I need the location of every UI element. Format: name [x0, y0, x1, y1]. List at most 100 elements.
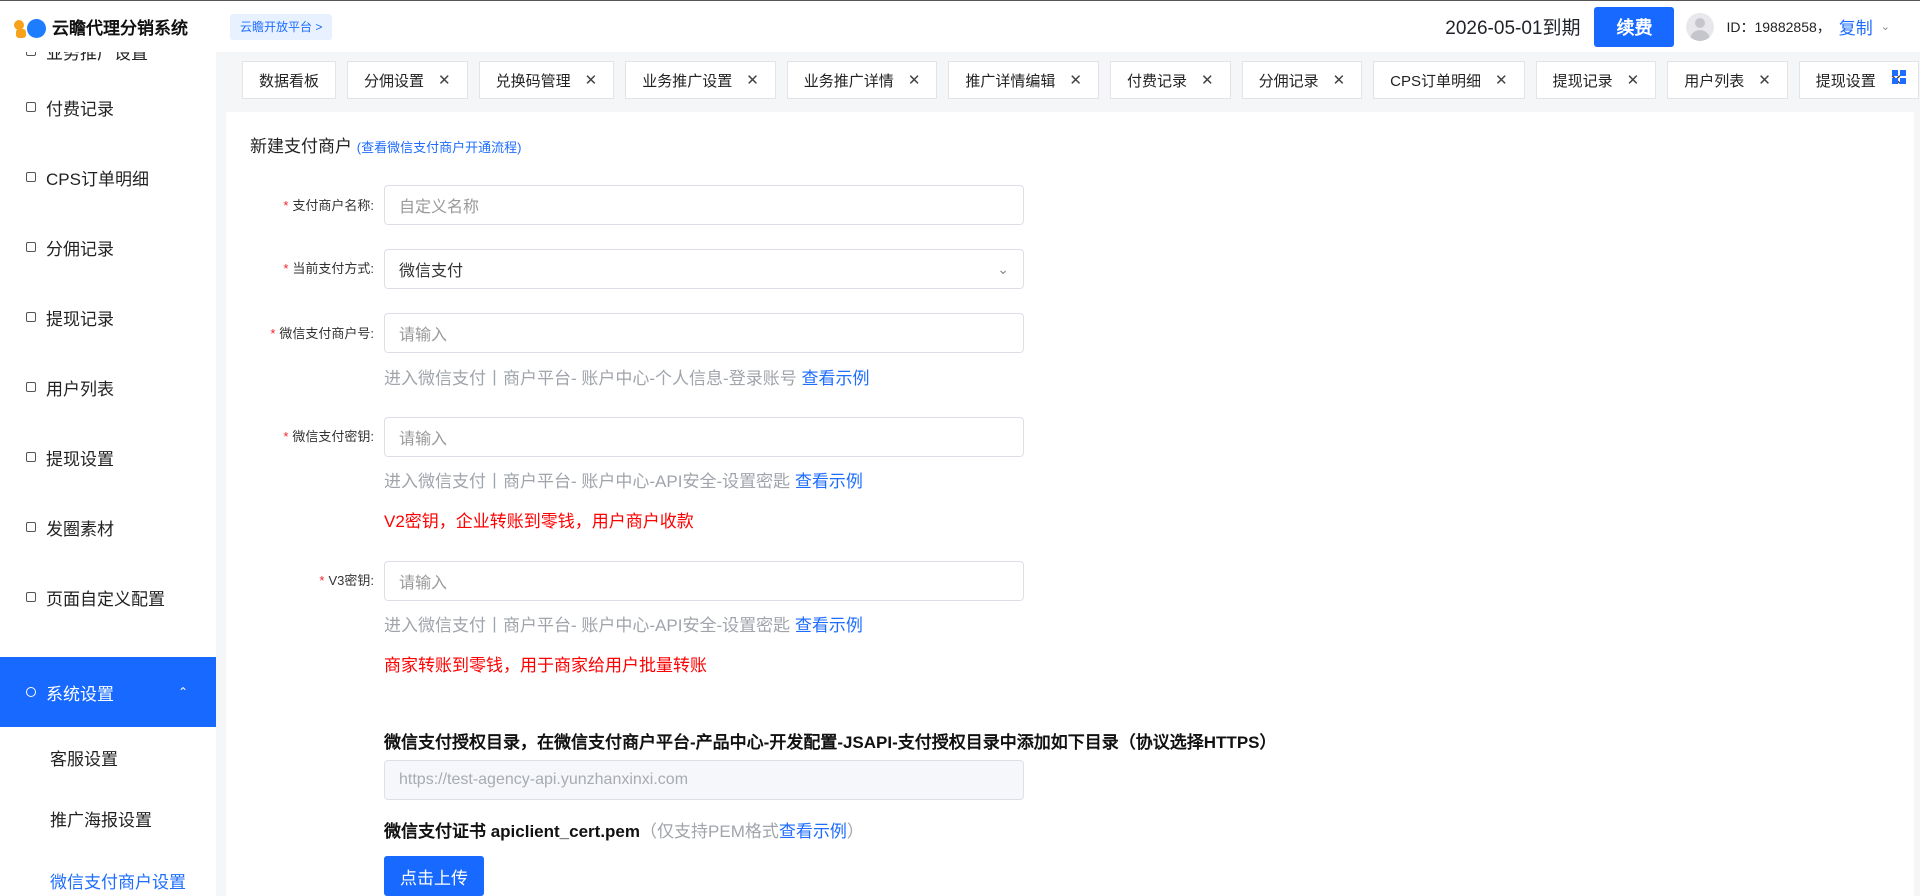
tab-label: 业务推广设置 — [642, 72, 733, 90]
promote-icon — [26, 52, 36, 56]
v3-key-input[interactable]: 请输入 — [384, 561, 1024, 601]
payment-icon — [26, 102, 36, 112]
sidebar-item-system-settings[interactable]: 系统设置 ⌃ — [0, 657, 216, 727]
sidebar-item-label: 业务推广设置 — [46, 52, 148, 63]
mch-id-hint: 进入微信支付丨商户平台- 账户中心-个人信息-登录账号 查看示例 — [384, 369, 870, 388]
mch-id-label: * 微信支付商户号: — [270, 326, 374, 341]
open-platform-link[interactable]: 云瞻开放平台 > — [230, 13, 333, 40]
user-icon — [26, 382, 36, 392]
sidebar-item-label: 发圈素材 — [46, 519, 114, 539]
tab-payment-records[interactable]: 付费记录 ✕ — [1109, 61, 1231, 99]
view-example-link[interactable]: 查看示例 — [795, 616, 863, 635]
chevron-down-icon: ⌄ — [997, 260, 1009, 277]
sidebar-item-label: 付费记录 — [46, 99, 114, 119]
sidebar-subitem-poster-settings[interactable]: 推广海报设置 — [0, 788, 216, 848]
order-icon — [26, 172, 36, 182]
sidebar-item-withdraw-settings[interactable]: 提现设置 — [0, 422, 216, 492]
chevron-up-icon: ⌃ — [177, 685, 188, 699]
view-example-link[interactable]: 查看示例 — [801, 369, 869, 388]
tab-label: 用户列表 — [1684, 72, 1745, 90]
close-icon[interactable]: ✕ — [1758, 71, 1771, 89]
sidebar-item-label: 用户列表 — [46, 379, 114, 399]
select-value: 微信支付 — [399, 263, 464, 280]
sidebar-subitem-customer-service[interactable]: 客服设置 — [0, 727, 216, 787]
close-icon[interactable]: ✕ — [1069, 71, 1082, 89]
input-value: https://test-agency-api.yunzhanxinxi.com — [399, 771, 689, 788]
withdraw-record-icon — [26, 312, 36, 322]
view-example-link[interactable]: 查看示例 — [779, 822, 847, 841]
v3-key-warning: 商家转账到零钱，用于商家给用户批量转账 — [384, 656, 707, 675]
tab-promote-detail[interactable]: 业务推广详情 ✕ — [786, 61, 938, 99]
tab-label: 数据看板 — [259, 72, 320, 90]
input-placeholder: 请输入 — [399, 327, 448, 344]
v3-key-label: * V3密钥: — [319, 573, 374, 588]
close-icon[interactable]: ✕ — [1333, 71, 1346, 89]
tab-user-list[interactable]: 用户列表 ✕ — [1667, 61, 1788, 99]
sidebar-item-commission-records[interactable]: 分佣记录 — [0, 212, 216, 282]
merchant-name-label: * 支付商户名称: — [283, 198, 374, 213]
sidebar-item-label: 分佣记录 — [46, 239, 114, 259]
avatar[interactable] — [1686, 12, 1715, 41]
material-icon — [26, 522, 36, 532]
renew-button[interactable]: 续费 — [1594, 6, 1675, 47]
cert-line: 微信支付证书 apiclient_cert.pem（仅支持PEM格式查看示例） — [384, 817, 864, 842]
close-icon[interactable]: ✕ — [908, 71, 921, 89]
tab-redeem-code[interactable]: 兑换码管理 ✕ — [478, 61, 615, 99]
close-icon[interactable]: ✕ — [1495, 71, 1508, 89]
tab-commission-settings[interactable]: 分佣设置 ✕ — [347, 61, 468, 99]
input-placeholder: 请输入 — [399, 575, 448, 592]
sidebar-item-withdraw-records[interactable]: 提现记录 — [0, 282, 216, 352]
tab-cps-orders[interactable]: CPS订单明细 ✕ — [1373, 61, 1525, 99]
close-icon[interactable]: ✕ — [746, 71, 759, 89]
copy-id-button[interactable]: 复制 — [1839, 14, 1873, 39]
tab-label: 兑换码管理 — [495, 72, 571, 90]
app-logo: 云瞻代理分销系统 — [14, 14, 188, 39]
chevron-down-icon[interactable]: ⌄ — [1881, 20, 1890, 33]
expire-date: 2026-05-01到期 — [1445, 18, 1581, 39]
tab-commission-records[interactable]: 分佣记录 ✕ — [1241, 61, 1363, 99]
tab-bar: 数据看板 分佣设置 ✕ 兑换码管理 ✕ 业务推广设置 ✕ 业务推广详情 ✕ 推广详情编辑… — [216, 52, 1920, 108]
close-icon[interactable]: ✕ — [1201, 71, 1214, 89]
cert-note: （仅支持PEM格式 — [640, 822, 779, 841]
close-icon[interactable]: ✕ — [1627, 71, 1640, 89]
merchant-flow-link[interactable]: (查看微信支付商户开通流程) — [357, 140, 522, 155]
sidebar-item-user-list[interactable]: 用户列表 — [0, 352, 216, 422]
cert-note-end: ） — [846, 822, 864, 841]
view-example-link[interactable]: 查看示例 — [795, 472, 863, 491]
cert-label: 微信支付证书 apiclient_cert.pem — [384, 822, 641, 841]
tab-promote-edit[interactable]: 推广详情编辑 ✕ — [948, 61, 1099, 99]
top-header: 云瞻代理分销系统 云瞻开放平台 > 2026-05-01到期 续费 ID：198… — [0, 0, 1920, 52]
tab-label: 分佣设置 — [364, 72, 425, 90]
sidebar-item-label: 系统设置 — [46, 684, 114, 704]
close-icon[interactable]: ✕ — [438, 71, 451, 89]
sidebar-item-materials[interactable]: 发圈素材 — [0, 492, 216, 562]
sidebar-item-cps-orders[interactable]: CPS订单明细 — [0, 142, 216, 212]
api-key-label: * 微信支付密钥: — [283, 429, 374, 444]
api-key-input[interactable]: 请输入 — [384, 417, 1024, 457]
api-key-warning: V2密钥，企业转账到零钱，用户商户收款 — [384, 512, 694, 531]
tab-dashboard[interactable]: 数据看板 — [242, 61, 337, 99]
sidebar-item-label: 提现设置 — [46, 449, 114, 469]
pay-method-label: * 当前支付方式: — [283, 261, 374, 276]
page-title: 新建支付商户 (查看微信支付商户开通流程) — [250, 132, 521, 157]
page-config-icon — [26, 592, 36, 602]
tab-withdraw-records[interactable]: 提现记录 ✕ — [1535, 61, 1657, 99]
mch-id-input[interactable]: 请输入 — [384, 313, 1024, 353]
main-content: 数据看板 分佣设置 ✕ 兑换码管理 ✕ 业务推广设置 ✕ 业务推广详情 ✕ 推广详情编辑… — [216, 52, 1920, 896]
withdraw-setting-icon — [26, 452, 36, 462]
merchant-name-input[interactable]: 自定义名称 — [384, 185, 1024, 225]
sidebar-item-payment-records[interactable]: 付费记录 — [0, 72, 216, 142]
pay-method-select[interactable]: 微信支付 ⌄ — [384, 249, 1024, 289]
close-icon[interactable]: ✕ — [585, 71, 598, 89]
tab-promote-settings[interactable]: 业务推广设置 ✕ — [625, 61, 776, 99]
sidebar-item-page-config[interactable]: 页面自定义配置 — [0, 562, 216, 632]
sidebar-subitem-wechat-merchant[interactable]: 微信支付商户设置 — [0, 850, 216, 896]
upload-button[interactable]: 点击上传 — [384, 856, 484, 896]
tab-label: 付费记录 — [1126, 72, 1187, 90]
tab-label: 提现记录 — [1552, 72, 1613, 90]
app-root: 云瞻代理分销系统 云瞻开放平台 > 2026-05-01到期 续费 ID：198… — [0, 0, 1920, 896]
tab-label: 业务推广详情 — [803, 72, 894, 90]
api-key-hint: 进入微信支付丨商户平台- 账户中心-API安全-设置密匙 查看示例 — [384, 472, 863, 491]
input-placeholder: 请输入 — [399, 431, 448, 448]
grid-menu-icon[interactable] — [1892, 70, 1906, 84]
